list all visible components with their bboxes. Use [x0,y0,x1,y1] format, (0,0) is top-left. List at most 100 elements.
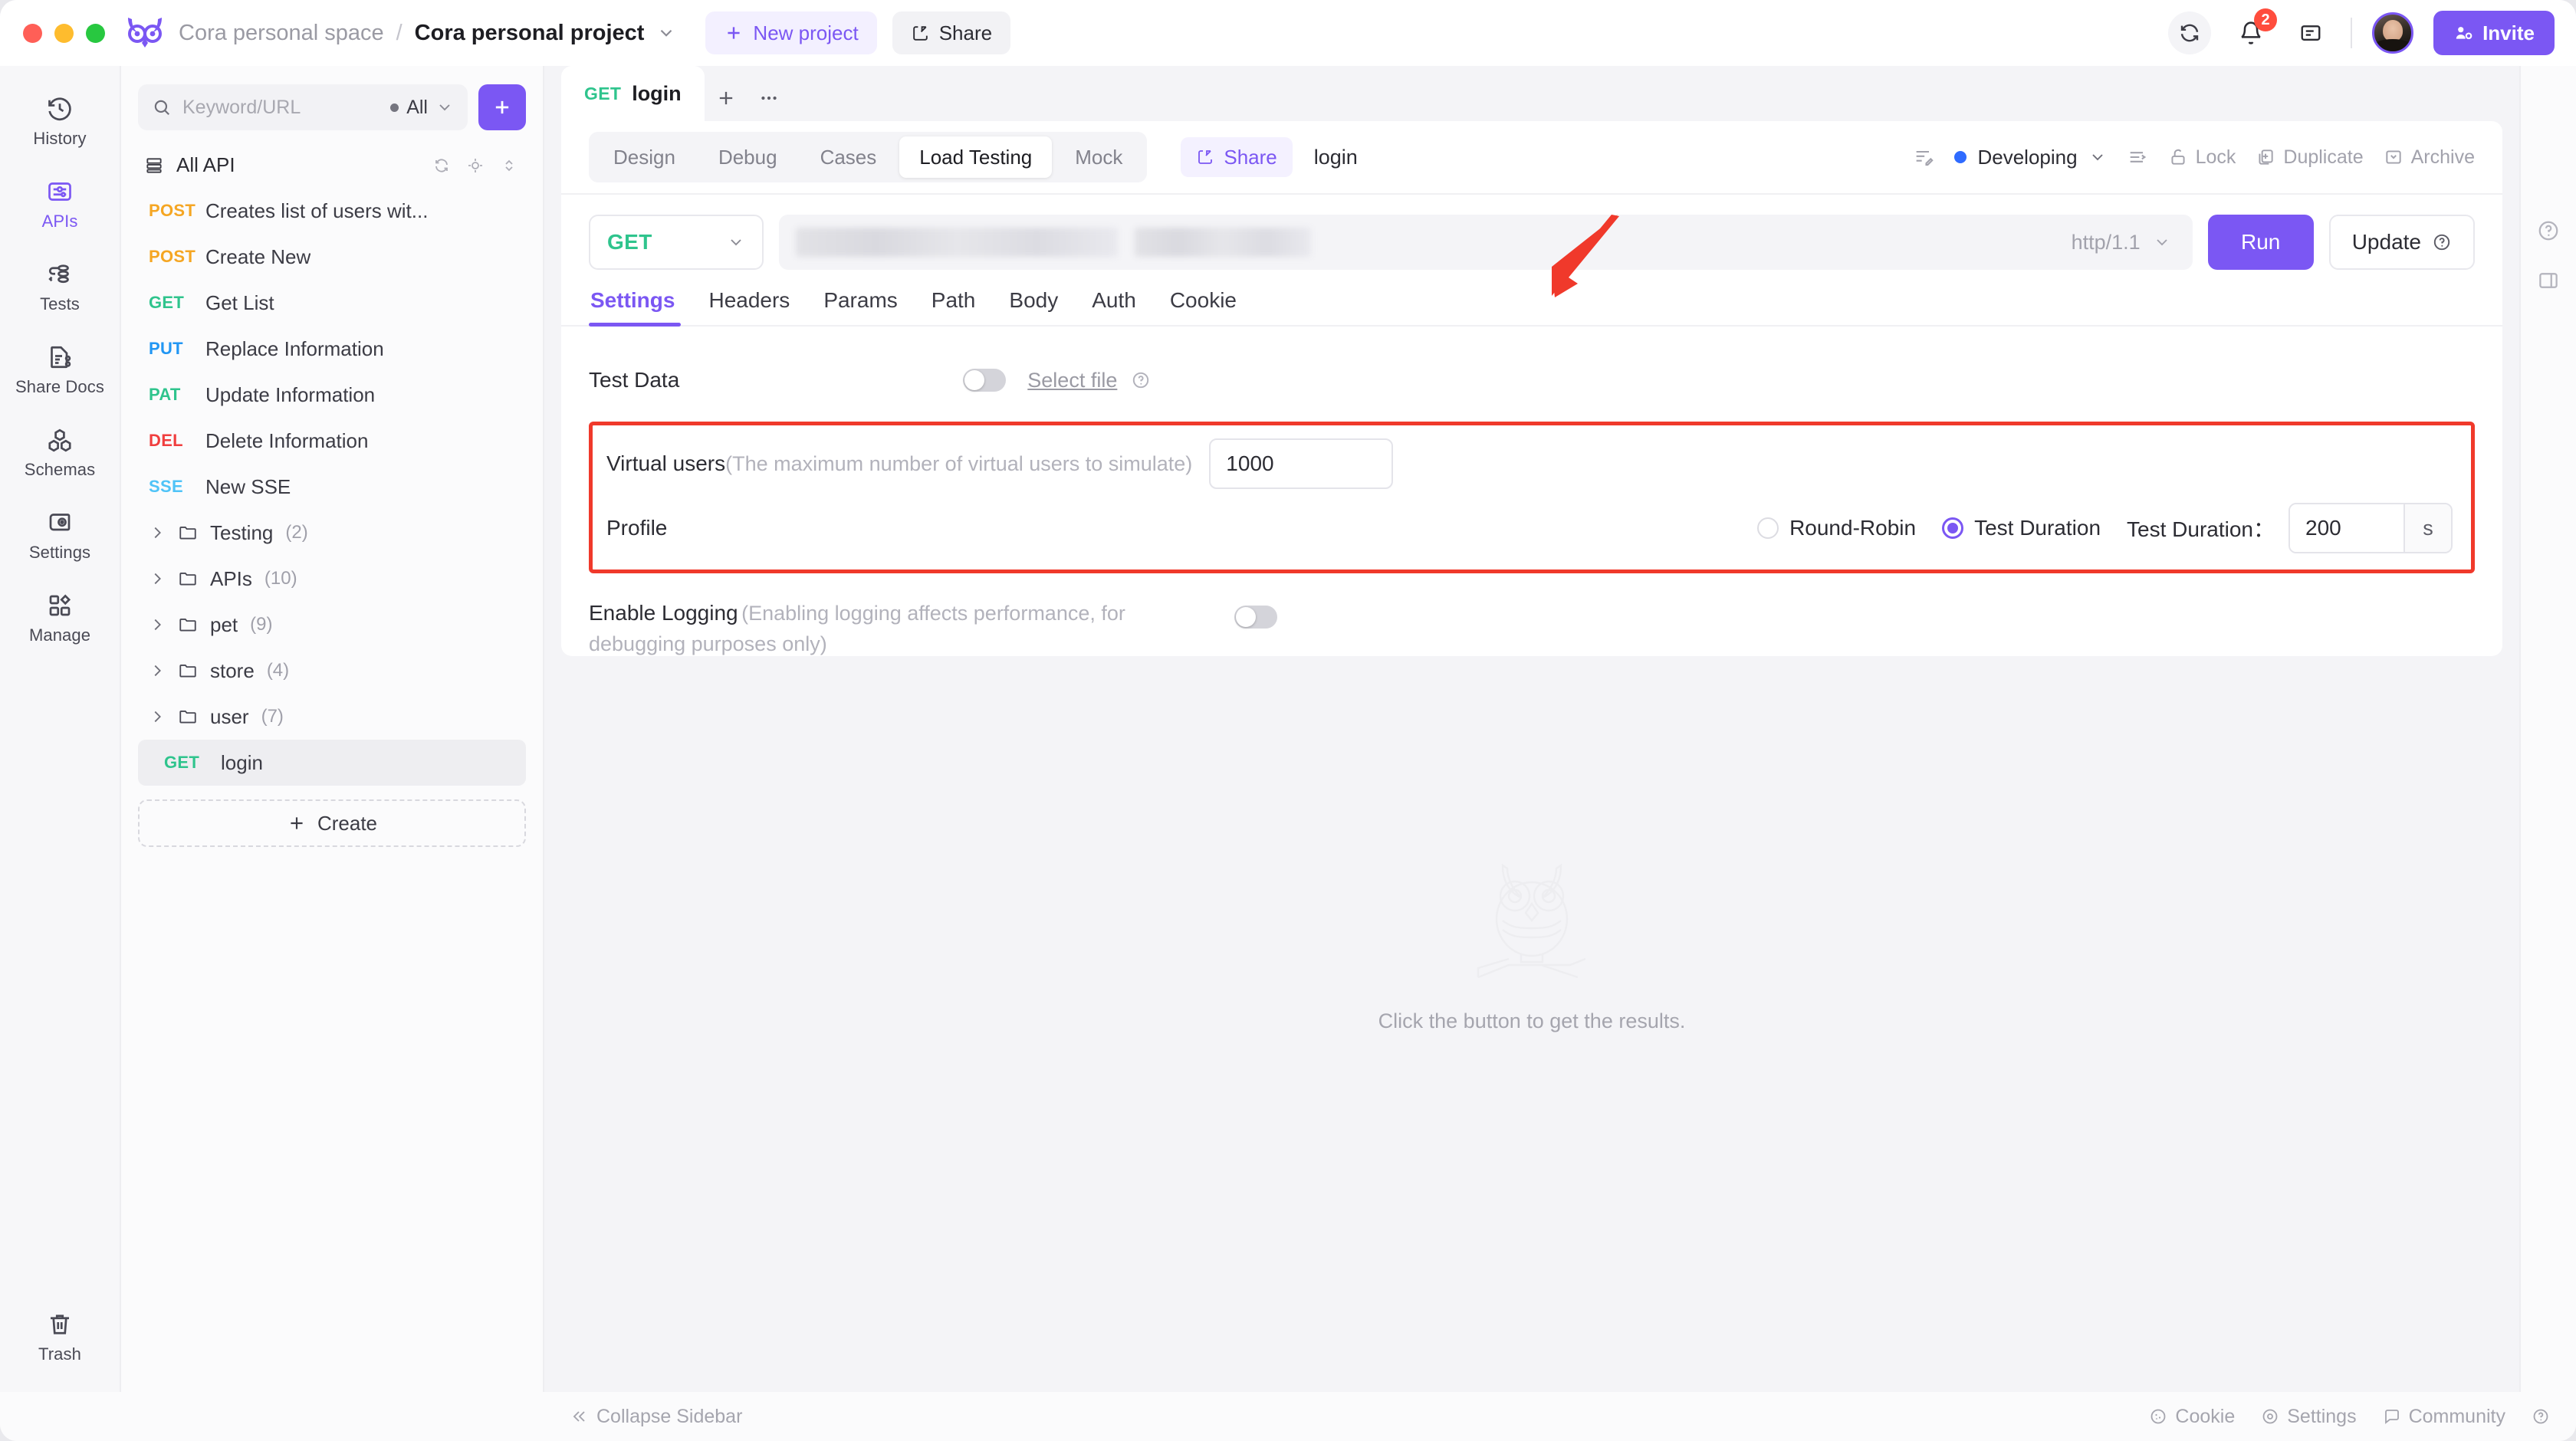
tab-overflow-button[interactable] [748,75,790,121]
share-request-button[interactable]: Share [1181,137,1293,177]
radio-indicator [1757,517,1779,539]
rail-item-apis[interactable]: APIs [11,167,109,239]
cookie-button[interactable]: Cookie [2149,1406,2235,1428]
tab-auth[interactable]: Auth [1075,288,1153,325]
virtual-users-input[interactable]: 1000 [1209,438,1394,489]
rail-label-history: History [33,129,87,148]
panel-toggle-button[interactable] [2291,13,2331,53]
run-button[interactable]: Run [2207,215,2314,270]
tab-cases[interactable]: Cases [800,136,897,178]
enable-logging-toggle[interactable] [1234,606,1277,629]
list-item-login-selected[interactable]: GET login [138,740,526,786]
search-input[interactable]: Keyword/URL All [138,84,468,130]
maximize-window-button[interactable] [86,23,105,43]
breadcrumb-space[interactable]: Cora personal space [179,21,384,46]
user-avatar[interactable] [2372,12,2414,54]
list-item[interactable]: SSE New SSE [138,464,526,510]
test-data-toggle[interactable] [963,369,1007,392]
tab-params[interactable]: Params [807,288,914,325]
outline-button[interactable] [2127,146,2148,168]
create-button[interactable]: Create [138,799,526,847]
list-item[interactable]: PAT Update Information [138,372,526,418]
collapse-sidebar-button[interactable]: Collapse Sidebar [570,1406,742,1428]
rail-item-tests[interactable]: Tests [11,250,109,322]
rail-item-manage[interactable]: Manage [11,581,109,653]
tab-load-testing[interactable]: Load Testing [899,136,1053,178]
tab-body[interactable]: Body [992,288,1075,325]
chevron-down-icon [731,239,741,246]
select-file-link[interactable]: Select file [1027,369,1117,392]
help-icon [2538,221,2558,241]
update-button[interactable]: Update [2328,215,2475,270]
list-item[interactable]: DEL Delete Information [138,418,526,464]
tab-path[interactable]: Path [915,288,993,325]
share-project-button[interactable]: Share [892,11,1011,54]
new-tab-button[interactable] [705,75,748,121]
chevron-down-icon[interactable] [656,23,676,43]
list-icon [146,157,162,173]
tab-debug[interactable]: Debug [698,136,797,178]
folder-item-apis[interactable]: APIs (10) [138,556,526,602]
community-button[interactable]: Community [2383,1406,2505,1428]
test-data-help-icon[interactable] [1131,370,1151,390]
gear-icon [2262,1409,2278,1424]
list-item[interactable]: PUT Replace Information [138,326,526,372]
add-api-button[interactable] [478,84,526,130]
list-item[interactable]: GET Get List [138,280,526,326]
list-item[interactable]: POST Create New [138,234,526,280]
folder-item-testing[interactable]: Testing (2) [138,510,526,556]
url-input[interactable]: http/1.1 [779,215,2193,270]
http-method-select[interactable]: GET [589,215,764,270]
test-duration-label: Test Duration： [2127,517,2275,541]
test-duration-input[interactable]: 200 [2290,504,2404,552]
folder-item-user[interactable]: user (7) [138,694,526,740]
breadcrumb-project[interactable]: Cora personal project [415,21,645,46]
lock-button[interactable]: Lock [2168,146,2236,169]
bottom-help-button[interactable] [2532,1407,2550,1426]
sync-button[interactable] [2168,11,2212,54]
new-project-button[interactable]: New project [705,11,877,54]
archive-button[interactable]: Archive [2384,146,2475,169]
minimize-window-button[interactable] [54,23,74,43]
community-icon [2384,1410,2399,1424]
refresh-icon[interactable] [432,156,451,175]
help-icon [2533,1409,2548,1424]
rail-item-schemas[interactable]: Schemas [11,415,109,487]
rail-item-share-docs[interactable]: Share Docs [11,333,109,405]
bottom-settings-button[interactable]: Settings [2261,1406,2357,1428]
all-api-header: All API [138,136,526,188]
test-duration-field[interactable]: 200 s [2288,503,2453,553]
radio-round-robin[interactable]: Round-Robin [1757,516,1916,540]
breadcrumb-separator: / [396,20,402,45]
rail-item-trash[interactable]: Trash [11,1300,109,1372]
tab-mock[interactable]: Mock [1055,136,1142,178]
invite-button[interactable]: Invite [2433,11,2555,55]
right-rail-help-button[interactable] [2537,219,2560,246]
chevron-down-icon [2091,154,2103,161]
folder-name: store [210,658,255,682]
rail-item-settings[interactable]: Settings [11,498,109,570]
edit-doc-button[interactable] [1913,146,1934,168]
tab-design[interactable]: Design [593,136,695,178]
tab-headers[interactable]: Headers [692,288,807,325]
close-window-button[interactable] [23,23,42,43]
tab-cookie[interactable]: Cookie [1153,288,1254,325]
folder-item-pet[interactable]: pet (9) [138,602,526,648]
tab-settings[interactable]: Settings [589,288,692,327]
expand-collapse-icon[interactable] [500,156,518,175]
tests-icon [48,264,69,284]
status-badge[interactable]: Developing [1954,146,2106,169]
archive-icon [2385,150,2401,164]
right-rail-panel-button[interactable] [2537,269,2560,296]
search-filter[interactable]: All [390,97,454,119]
duplicate-button[interactable]: Duplicate [2256,146,2364,169]
folder-count: (10) [264,568,297,589]
rail-item-history[interactable]: History [11,84,109,156]
notifications-button[interactable]: 2 [2231,8,2278,53]
document-tab-login[interactable]: GET login [561,66,705,121]
protocol-select[interactable]: http/1.1 [2072,231,2176,254]
locate-icon[interactable] [466,156,485,175]
folder-item-store[interactable]: store (4) [138,648,526,694]
radio-test-duration[interactable]: Test Duration [1942,516,2101,540]
list-item[interactable]: POST Creates list of users wit... [138,188,526,234]
